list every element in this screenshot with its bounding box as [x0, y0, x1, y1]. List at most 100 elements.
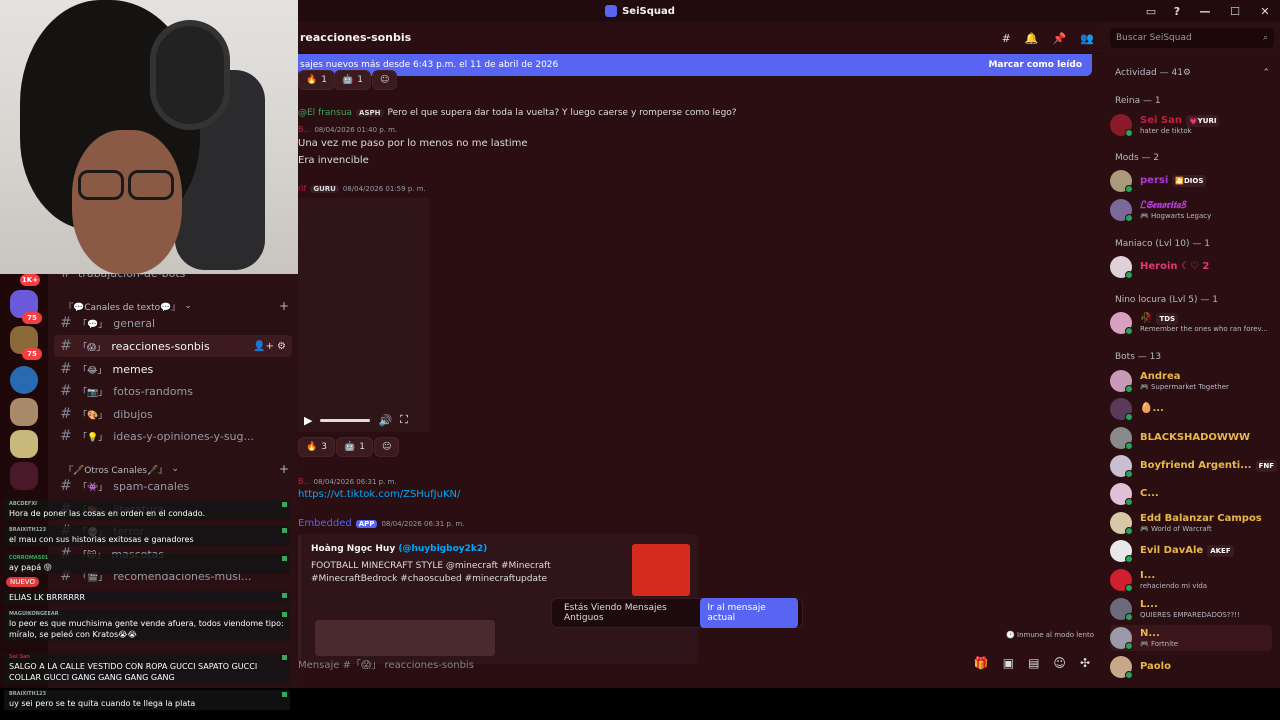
search-placeholder: Buscar SeiSquad — [1116, 33, 1192, 43]
maximize-button[interactable]: ☐ — [1220, 5, 1250, 18]
add-reaction-button[interactable]: ☺ — [372, 70, 398, 90]
mark-as-read-button[interactable]: Marcar como leído — [988, 60, 1082, 70]
channel-emoji: 「😱」 — [78, 342, 106, 353]
member-item[interactable]: 🥚... — [1110, 396, 1272, 422]
search-input[interactable]: Buscar SeiSquad ⌕ — [1110, 28, 1274, 48]
channel-reacciones-sonbis[interactable]: # 「😱」 reacciones-sonbis 👤+ ⚙ — [54, 335, 292, 357]
message-author[interactable]: Embedded — [298, 518, 352, 529]
member-name: C... — [1140, 488, 1159, 499]
member-item[interactable]: C... — [1110, 481, 1272, 507]
member-item[interactable]: Edd Balanzar Campos 🎮 World of Warcraft — [1110, 510, 1272, 536]
member-item[interactable]: N... 🎮 Fortnite — [1110, 625, 1272, 651]
embed-thumbnail[interactable] — [632, 544, 690, 596]
member-item[interactable]: L... QUIERES EMPAREDADOS??!! — [1110, 596, 1272, 622]
new-messages-bar[interactable]: sajes nuevos más desde 6:43 p.m. el 11 d… — [298, 54, 1092, 76]
close-button[interactable]: ✕ — [1250, 5, 1280, 18]
activity-header[interactable]: Actividad — 41 ⚙ ⌃ — [1115, 68, 1270, 78]
video-progress[interactable] — [320, 418, 371, 422]
server-icon[interactable] — [10, 462, 38, 490]
embed-author[interactable]: Hoàng Ngọc Huy (@huybigboy2k2) — [311, 544, 487, 554]
member-status-text: Fortnite — [1150, 639, 1179, 648]
bell-icon[interactable]: 🔔 — [1025, 32, 1039, 45]
chat-text: uy sei pero se te quita cuando te llega … — [9, 699, 196, 708]
jump-to-present-button[interactable]: Ir al mensaje actual — [700, 598, 798, 628]
add-channel-icon[interactable]: + — [279, 462, 289, 476]
apps-icon[interactable]: ✣ — [1080, 656, 1090, 670]
minimize-button[interactable]: — — [1190, 5, 1220, 18]
channel-ideas[interactable]: # 「💡」 ideas-y-opiniones-y-sug... — [54, 425, 292, 447]
member-item[interactable]: Paolo — [1110, 654, 1272, 680]
member-name: Heroin ☾♡ 2 — [1140, 261, 1210, 272]
member-item[interactable]: Boyfriend Argenti... FNF — [1110, 453, 1278, 479]
message-author[interactable]: B... — [298, 125, 311, 134]
channel-fotos-randoms[interactable]: # 「📷」 fotos-randoms — [54, 380, 292, 402]
reaction-chip[interactable]: 🤖 1 — [334, 70, 371, 90]
server-icon[interactable] — [10, 398, 38, 426]
channel-dibujos[interactable]: # 「🎨」 dibujos — [54, 403, 292, 425]
member-item[interactable]: persi 🎦DIOS — [1110, 168, 1272, 194]
play-icon[interactable]: ▶ — [304, 414, 312, 427]
hash-icon: # — [60, 383, 72, 399]
message-author[interactable]: B... — [298, 477, 311, 486]
members-icon[interactable]: 👥 — [1080, 32, 1094, 45]
channel-settings-icon[interactable]: 👤+ ⚙ — [253, 341, 286, 352]
pin-icon[interactable]: 📌 — [1053, 32, 1067, 45]
channel-spam-canales[interactable]: # 「👾」 spam-canales — [54, 475, 292, 497]
add-channel-icon[interactable]: + — [279, 299, 289, 313]
reply-author[interactable]: @El fransua — [298, 108, 352, 118]
message-author[interactable]: rif — [298, 184, 306, 193]
member-item[interactable]: I... rehaciendo mi vida — [1110, 567, 1272, 593]
channel-memes[interactable]: # 「😂」 memes — [54, 358, 292, 380]
channel-emoji: 「💡」 — [78, 432, 108, 443]
stream-chat-message: Sei San SALGO A LA CALLE VESTIDO CON ROPA… — [4, 653, 290, 684]
avatar — [1110, 455, 1133, 478]
member-item[interactable]: 🥀 TDS Remember the ones who ran forev... — [1110, 310, 1272, 336]
member-name: I... — [1140, 569, 1156, 581]
member-item[interactable]: Evil DavAle AKEF — [1110, 538, 1272, 564]
server-icon[interactable] — [10, 366, 38, 394]
sticker-icon[interactable]: ▤ — [1028, 656, 1039, 670]
member-item[interactable]: Sei San 💗YURI hater de tiktok — [1110, 112, 1272, 138]
gif-icon[interactable]: ▣ — [1003, 656, 1014, 670]
reaction-chip[interactable]: 🤖 1 — [336, 437, 373, 457]
threads-icon[interactable]: # — [1002, 32, 1011, 45]
avatar — [1110, 483, 1133, 506]
message-link[interactable]: https://vt.tiktok.com/ZSHufJuKN/ — [298, 489, 460, 500]
reaction-count: 1 — [357, 75, 363, 85]
game-icon: 🎮 — [1140, 524, 1151, 533]
gift-icon[interactable]: 🎁 — [974, 656, 989, 670]
old-messages-text: Estás Viendo Mensajes Antiguos — [564, 603, 667, 623]
emoji-icon[interactable]: ☺ — [1053, 656, 1066, 670]
window-controls: ▭ ? — ☐ ✕ — [1138, 0, 1280, 22]
reaction-emoji: 🔥 — [306, 75, 318, 85]
member-item[interactable]: BLACKSHADOWWW — [1110, 425, 1272, 451]
category-text-channels[interactable]: 『💬Canales de texto💬』 ⌄ + — [64, 299, 289, 313]
clock-icon: 🕑 — [1006, 631, 1018, 639]
server-icon[interactable] — [10, 430, 38, 458]
channel-label: reacciones-sonbis — [111, 339, 210, 353]
member-item[interactable]: Heroin ☾♡ 2 — [1110, 254, 1272, 280]
reaction-chip[interactable]: 🔥 3 — [298, 437, 335, 457]
channel-general[interactable]: # 「💬」 general — [54, 312, 292, 334]
category-otros-canales[interactable]: 『🖋️Otros Canales🖋️』 ⌄ + — [64, 462, 289, 476]
reaction-chip[interactable]: 🔥 1 — [298, 70, 335, 90]
inbox-icon[interactable]: ▭ — [1138, 5, 1164, 18]
webcam-face — [72, 130, 182, 274]
channel-label: spam-canales — [113, 479, 190, 493]
volume-icon[interactable]: 🔊 — [378, 414, 392, 427]
member-section-title: Maniaco (Lvl 10) — 1 — [1115, 239, 1210, 249]
avatar — [1110, 114, 1133, 137]
member-status: rehaciendo mi vida — [1140, 581, 1208, 590]
help-icon[interactable]: ? — [1164, 5, 1190, 18]
member-section-title: Mods — 2 — [1115, 153, 1160, 163]
fullscreen-icon[interactable]: ⛶ — [400, 413, 408, 427]
chat-indicator — [282, 528, 287, 533]
member-item[interactable]: Andrea 🎮 Supermarket Together — [1110, 368, 1272, 394]
reaction-count: 1 — [359, 442, 365, 452]
channel-emoji: 「💬」 — [78, 319, 108, 330]
video-attachment[interactable] — [298, 198, 429, 432]
member-status-text: Supermarket Together — [1150, 382, 1229, 391]
add-reaction-button[interactable]: ☺ — [374, 437, 400, 457]
member-item[interactable]: Ꮭ𝕾𝖊𝖓𝖔𝖗𝖎𝖙𝖆ꝸ 🎮 Hogwarts Legacy — [1110, 197, 1272, 223]
reaction-count: 1 — [321, 75, 327, 85]
